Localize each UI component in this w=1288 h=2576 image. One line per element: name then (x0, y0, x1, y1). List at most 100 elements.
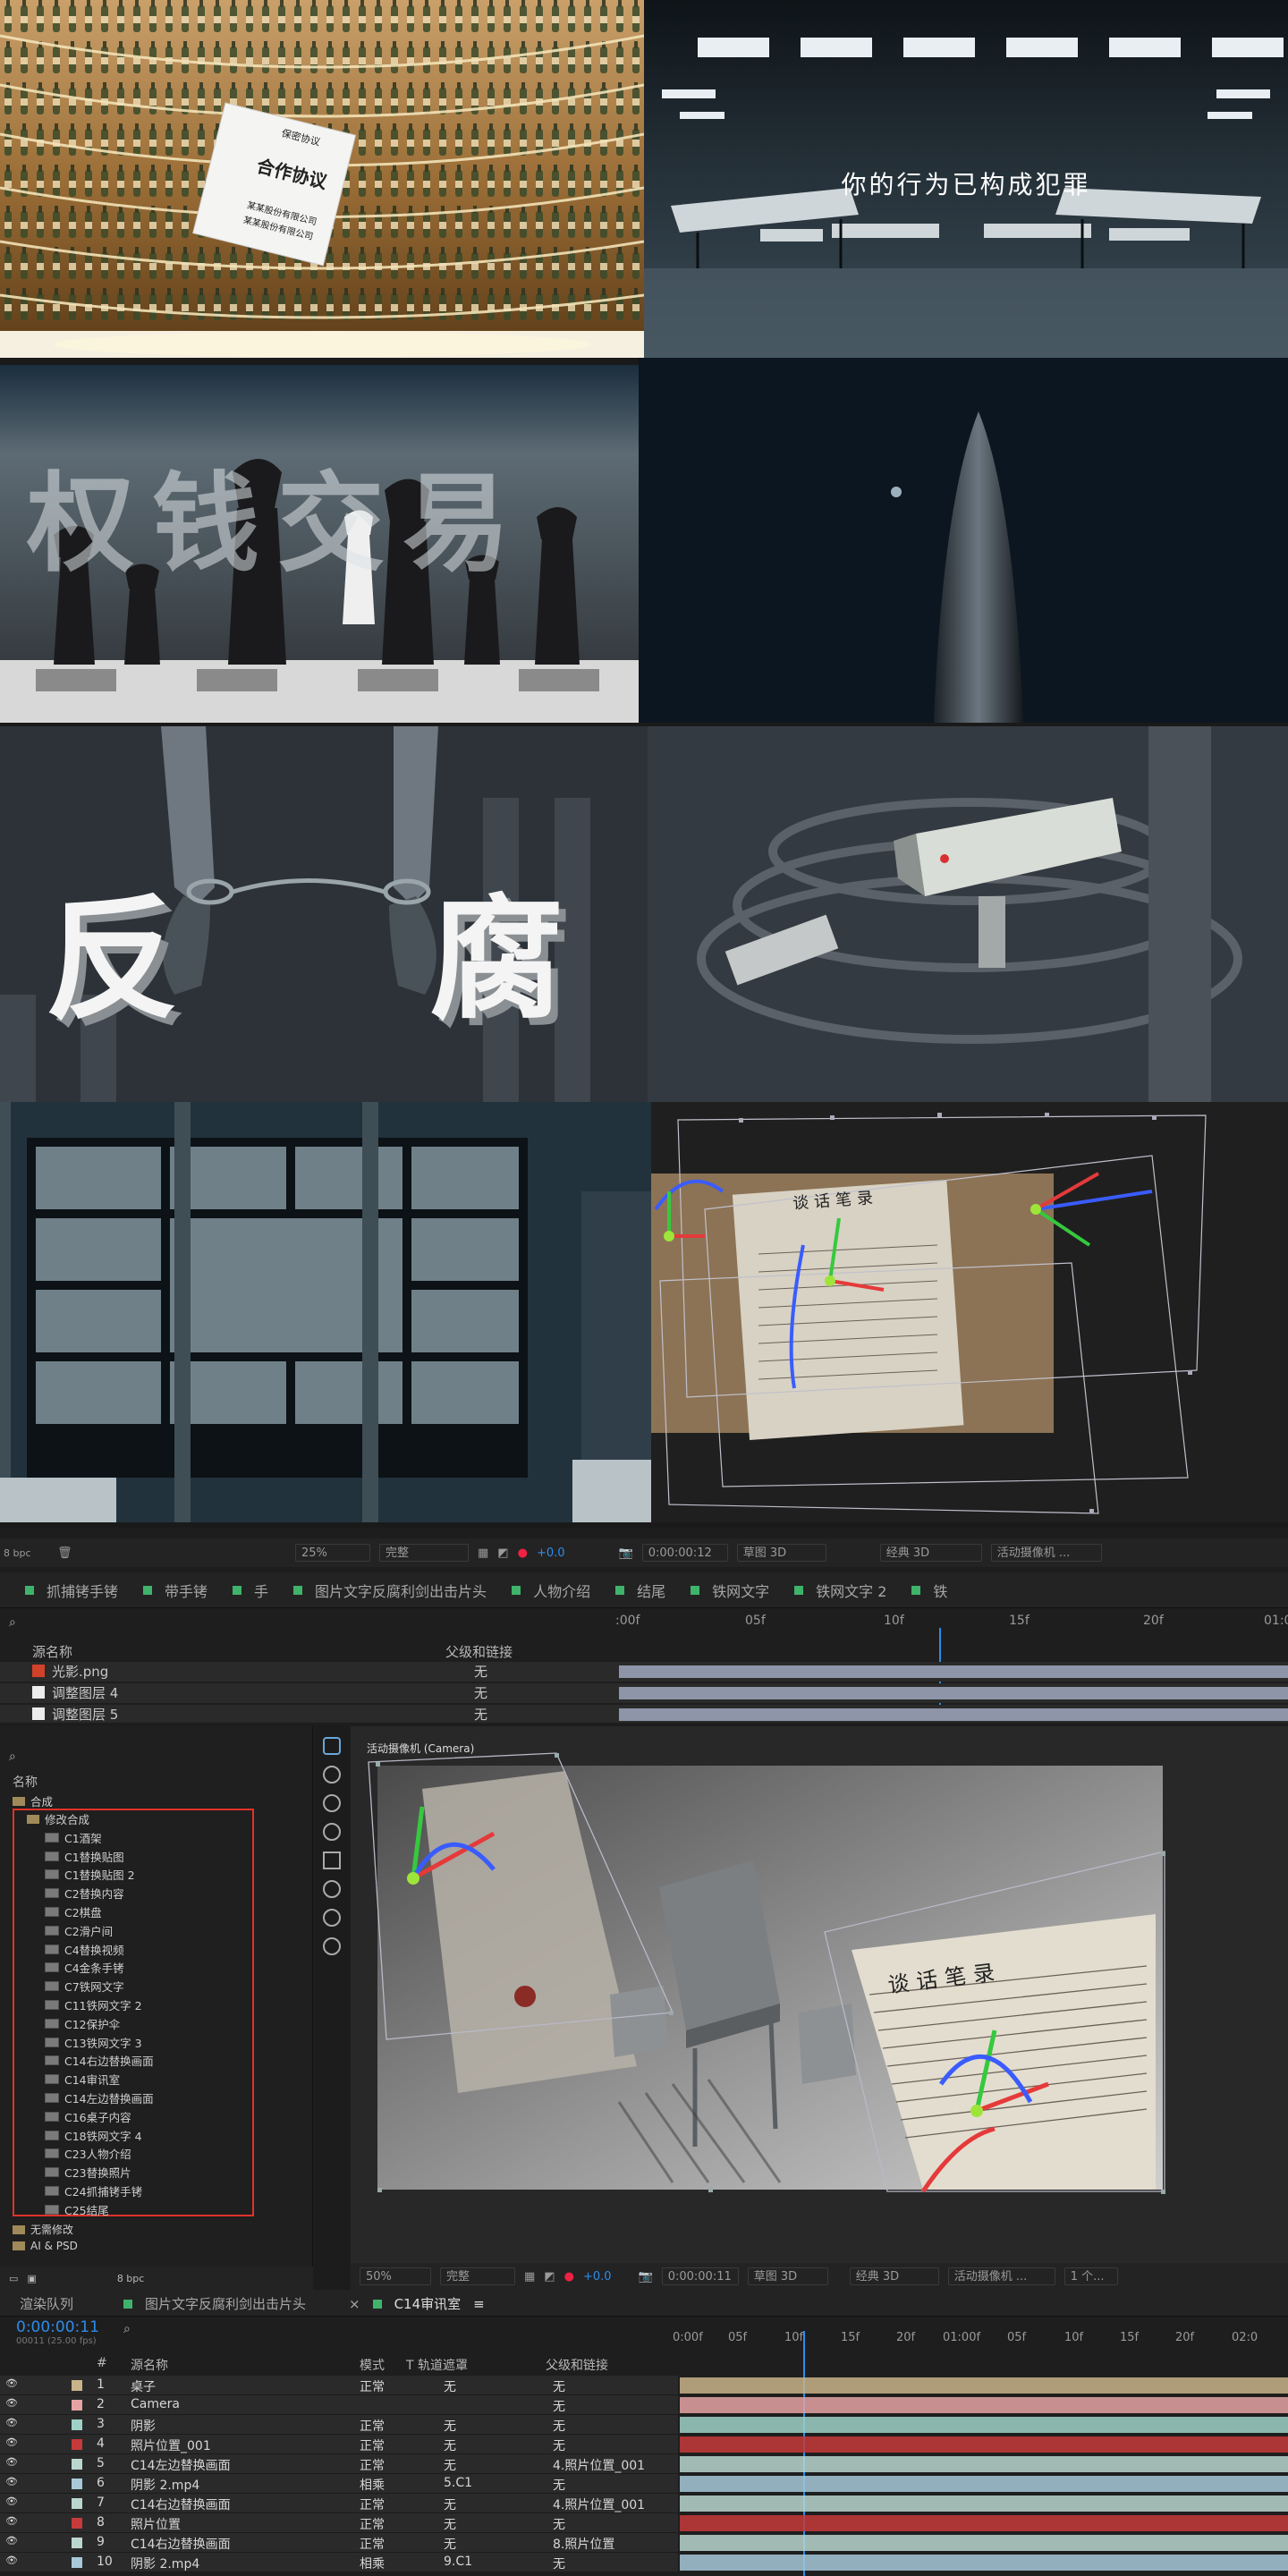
project-root[interactable]: 合成 (13, 1792, 53, 1809)
timeline-layer-row[interactable]: 👁 2 Camera 无 (0, 2395, 1288, 2415)
layer-label-color[interactable] (72, 2498, 82, 2509)
project-item[interactable]: C14左边替换画面 (45, 2089, 250, 2107)
tab-comp-2[interactable]: 带手铐 (143, 1580, 208, 1601)
timeline-layer-row[interactable]: 👁 8 照片位置 正常 无 无 (0, 2513, 1288, 2533)
layer-mode[interactable]: 正常 (360, 2456, 385, 2474)
layer-mode[interactable]: 正常 (360, 2377, 385, 2395)
layer-duration-bar[interactable] (680, 2456, 1288, 2472)
color-icon[interactable]: ● (518, 1546, 528, 1560)
visibility-eye-icon[interactable]: 👁 (5, 2555, 18, 2566)
layer-name[interactable]: C14左边替换画面 (131, 2456, 231, 2474)
layer-track-matte[interactable]: 无 (444, 2436, 456, 2454)
project-folder-nochange[interactable]: 无需修改 (13, 2222, 73, 2237)
quality-select[interactable]: 完整 (379, 1544, 469, 1562)
comp-exposure[interactable]: +0.0 (583, 2270, 612, 2284)
paint-icon[interactable] (323, 1880, 341, 1898)
timeline-layer-row[interactable]: 👁 5 C14左边替换画面 正常 无 4.照片位置_001 (0, 2454, 1288, 2474)
project-item[interactable]: C14审讯室 (45, 2070, 250, 2089)
comp-color-icon[interactable]: ● (564, 2270, 574, 2284)
project-item[interactable]: C1替换贴图 (45, 1847, 250, 1866)
visibility-eye-icon[interactable]: 👁 (5, 2535, 18, 2546)
project-item[interactable]: C23人物介绍 (45, 2145, 250, 2164)
comp-grid-icon[interactable]: ▦ (524, 2270, 535, 2284)
tab-comp-6[interactable]: 结尾 (615, 1580, 665, 1601)
tab-comp-8[interactable]: 铁网文字 2 (794, 1580, 886, 1601)
layer-parent[interactable]: 4.照片位置_001 (553, 2496, 645, 2513)
layer-parent[interactable]: 无 (553, 2555, 565, 2572)
layer-track-matte[interactable]: 5.C1 (444, 2476, 472, 2490)
project-item[interactable]: C25结尾 (45, 2200, 250, 2219)
project-folder-ai-psd[interactable]: AI & PSD (13, 2240, 78, 2252)
project-search-icon[interactable]: ⌕ (9, 1750, 16, 1764)
comp-quality-select[interactable]: 完整 (440, 2267, 515, 2285)
timeline-layer-row[interactable]: 👁 9 C14右边替换画面 正常 无 8.照片位置 (0, 2533, 1288, 2553)
tab-comp-7[interactable]: 铁网文字 (691, 1580, 769, 1601)
info-icon[interactable] (323, 1937, 341, 1955)
bottom-search-icon[interactable]: ⌕ (123, 2322, 131, 2336)
layer-duration-bar[interactable] (680, 2476, 1288, 2492)
tab-comp-3[interactable]: 手 (233, 1580, 268, 1601)
layer-mode[interactable]: 正常 (360, 2436, 385, 2454)
layer-parent[interactable]: 无 (474, 1662, 487, 1681)
visibility-eye-icon[interactable]: 👁 (5, 2515, 18, 2527)
project-item[interactable]: C12保护伞 (45, 2014, 250, 2033)
top-search-icon[interactable]: ⌕ (9, 1615, 16, 1630)
layer-name[interactable]: 照片位置 (131, 2515, 181, 2533)
comp-zoom-select[interactable]: 50% (360, 2267, 431, 2285)
timeline-layer-row[interactable]: 👁 4 照片位置_001 正常 无 无 (0, 2435, 1288, 2454)
layer-track-matte[interactable]: 9.C1 (444, 2555, 472, 2569)
tab-render-queue[interactable]: 渲染队列 (20, 2294, 73, 2313)
layer-mode[interactable]: 正常 (360, 2496, 385, 2513)
top-layer-row-2[interactable]: 调整图层 4 无 (0, 1683, 1288, 1703)
layer-mode[interactable]: 正常 (360, 2515, 385, 2533)
layer-name[interactable]: 阴影 (131, 2417, 156, 2435)
layer-parent[interactable]: 无 (553, 2397, 565, 2415)
layer-track-matte[interactable]: 无 (444, 2456, 456, 2474)
track-z-icon[interactable] (323, 1794, 341, 1812)
project-item[interactable]: C13铁网文字 3 (45, 2033, 250, 2052)
track-xy-icon[interactable] (323, 1766, 341, 1784)
layer-label-color[interactable] (72, 2439, 82, 2450)
tab-comp-9[interactable]: 铁 (911, 1580, 947, 1601)
layer-track-matte[interactable]: 无 (444, 2377, 456, 2395)
layer-track-matte[interactable]: 无 (444, 2417, 456, 2435)
layer-bar[interactable] (619, 1687, 1288, 1699)
layer-parent[interactable]: 无 (474, 1705, 487, 1723)
layer-parent[interactable]: 无 (553, 2436, 565, 2454)
renderer-select[interactable]: 经典 3D (879, 1544, 982, 1562)
new-folder-icon[interactable]: ▭ (9, 2273, 18, 2284)
layer-name[interactable]: 阴影 2.mp4 (131, 2555, 199, 2572)
layer-mode[interactable]: 相乘 (360, 2555, 385, 2572)
visibility-eye-icon[interactable]: 👁 (5, 2496, 18, 2507)
layer-label-color[interactable] (72, 2400, 82, 2411)
visibility-eye-icon[interactable]: 👁 (5, 2456, 18, 2468)
layers-icon[interactable] (323, 1852, 341, 1869)
layer-label-color[interactable] (72, 2557, 82, 2568)
project-bpc[interactable]: 8 bpc (117, 2273, 145, 2284)
visibility-eye-icon[interactable]: 👁 (5, 2476, 18, 2487)
camera-select[interactable]: 活动摄像机 ... (990, 1544, 1102, 1562)
comp-renderer[interactable]: 经典 3D (849, 2267, 939, 2285)
project-item[interactable]: C14右边替换画面 (45, 2052, 250, 2071)
timeline-layer-row[interactable]: 👁 1 桌子 正常 无 无 (0, 2376, 1288, 2395)
layer-label-color[interactable] (72, 2518, 82, 2529)
tab-comp-1[interactable]: 抓捕铐手铐 (25, 1580, 118, 1601)
project-item[interactable]: C1替换贴图 2 (45, 1866, 250, 1885)
comp-time[interactable]: 0:00:00:11 (661, 2267, 739, 2285)
layer-mode[interactable]: 正常 (360, 2417, 385, 2435)
layer-mode[interactable]: 相乘 (360, 2476, 385, 2494)
visibility-eye-icon[interactable]: 👁 (5, 2436, 18, 2448)
project-item[interactable]: C4替换视频 (45, 1940, 250, 1959)
comp-mask-icon[interactable]: ◩ (544, 2270, 555, 2284)
layer-parent[interactable]: 4.照片位置_001 (553, 2456, 645, 2474)
timeline-layer-row[interactable]: 👁 10 阴影 2.mp4 相乘 9.C1 无 (0, 2553, 1288, 2572)
layer-track-matte[interactable]: 无 (444, 2496, 456, 2513)
project-item[interactable]: C2滑户间 (45, 1921, 250, 1940)
comp-views[interactable]: 1 个... (1063, 2267, 1118, 2285)
timecode-display[interactable]: 0:00:00:11 (16, 2318, 99, 2336)
layer-duration-bar[interactable] (680, 2397, 1288, 2413)
layer-label-color[interactable] (72, 2538, 82, 2548)
layer-bar[interactable] (619, 1708, 1288, 1721)
top-layer-row-1[interactable]: 光影.png 无 (0, 1662, 1288, 1682)
tab-interrogation[interactable]: × C14审讯室 ≡ (349, 2294, 485, 2313)
